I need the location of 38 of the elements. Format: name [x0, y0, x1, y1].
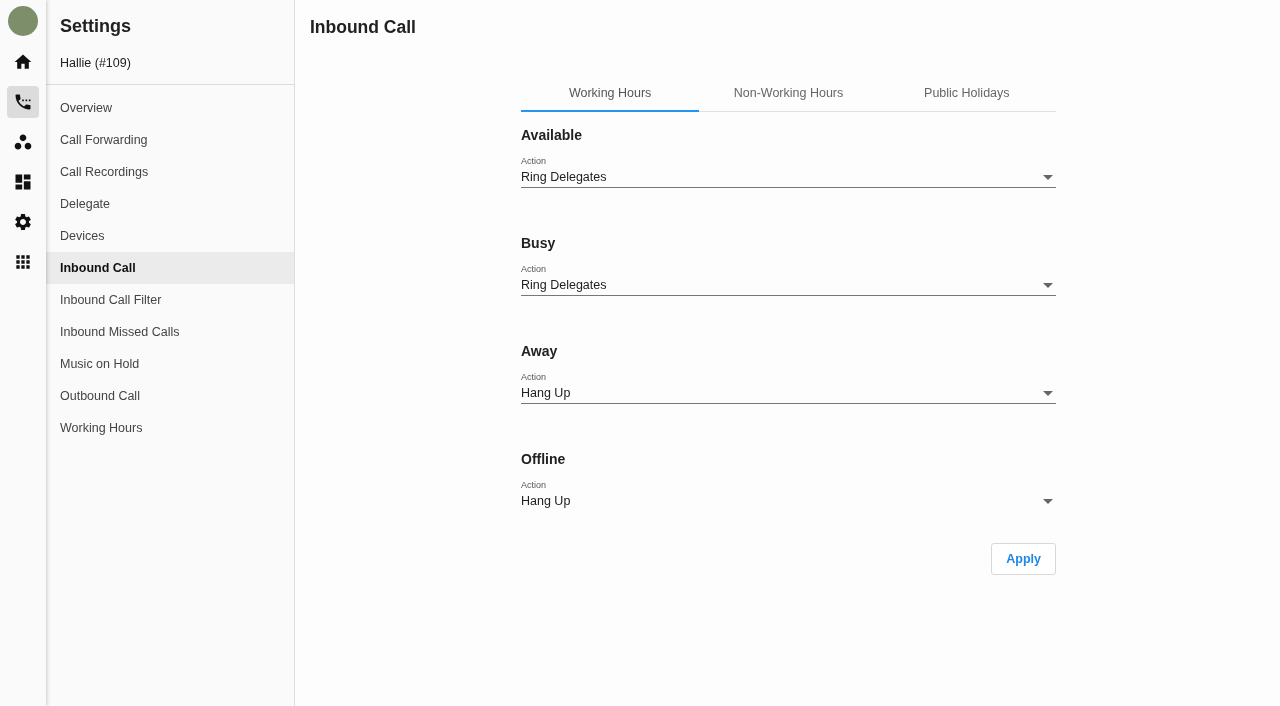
sidebar-item[interactable]: Call Forwarding	[46, 124, 294, 156]
sidebar-item[interactable]: Working Hours	[46, 412, 294, 444]
sidebar-item[interactable]: Delegate	[46, 188, 294, 220]
apply-button[interactable]: Apply	[991, 543, 1056, 575]
three-dots-icon	[13, 132, 33, 152]
section-title: Away	[521, 342, 559, 360]
sidebar-item[interactable]: Devices	[46, 220, 294, 252]
section-title: Available	[521, 126, 583, 144]
dropdown-caret-icon	[1043, 390, 1053, 396]
sidebar-title: Settings	[59, 15, 132, 37]
sidebar-item[interactable]: Inbound Missed Calls	[46, 316, 294, 348]
sidebar-item[interactable]: Call Recordings	[46, 156, 294, 188]
dropdown-caret-icon	[1043, 174, 1053, 180]
dropdown-caret-icon	[1043, 282, 1053, 288]
page-title: Inbound Call	[310, 16, 417, 38]
section-title: Offline	[521, 450, 567, 468]
sidebar-item[interactable]: Overview	[46, 92, 294, 124]
avatar[interactable]	[8, 6, 38, 36]
apps-grid-icon	[13, 252, 33, 272]
sidebar-item[interactable]: Inbound Call Filter	[46, 284, 294, 316]
sidebar-item[interactable]: Inbound Call	[46, 252, 294, 284]
action-select[interactable]: Action Ring Delegates	[521, 264, 1056, 296]
tab[interactable]: Non-Working Hours	[699, 75, 878, 112]
rail-button[interactable]	[7, 86, 39, 118]
section-title: Busy	[521, 234, 557, 252]
tab[interactable]: Working Hours	[521, 75, 700, 112]
home-icon	[13, 52, 33, 72]
phone-icon	[13, 92, 33, 112]
user-name: Hallie (#109)	[59, 55, 132, 72]
sidebar-item[interactable]: Outbound Call	[46, 380, 294, 412]
dropdown-caret-icon	[1043, 498, 1053, 504]
action-select[interactable]: Action Ring Delegates	[521, 156, 1056, 188]
tab[interactable]: Public Holidays	[877, 75, 1056, 112]
action-select[interactable]: Action Hang Up	[521, 372, 1056, 404]
sidebar-item[interactable]: Music on Hold	[46, 348, 294, 380]
action-select[interactable]: Action Hang Up	[521, 480, 1056, 512]
settings-icon	[13, 212, 33, 232]
dashboard-icon	[13, 172, 33, 192]
